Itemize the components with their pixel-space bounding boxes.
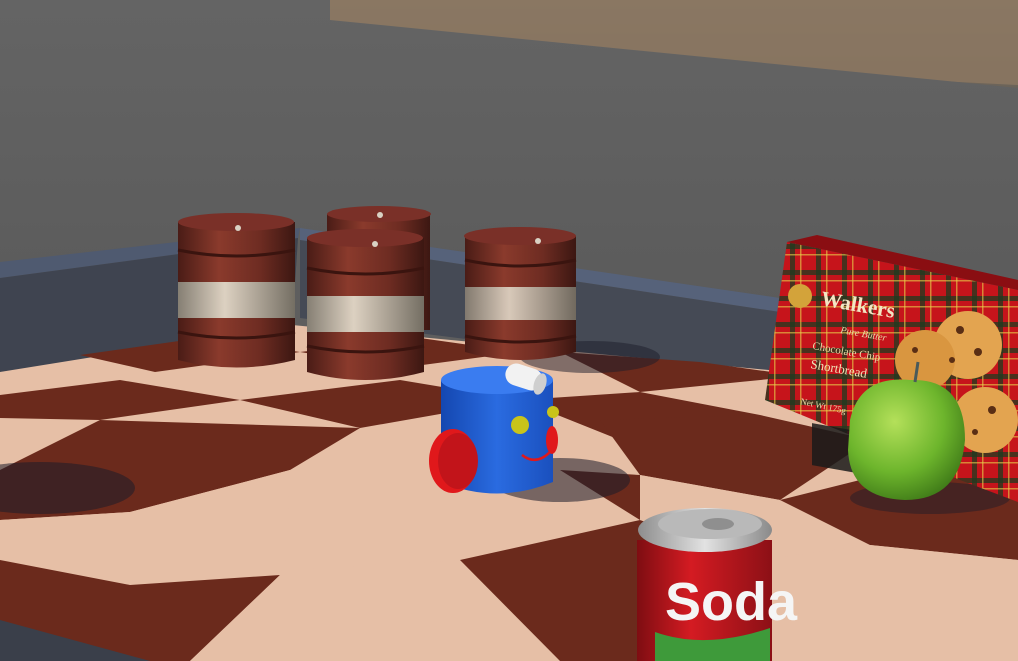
box-crest-icon [788, 284, 812, 308]
oil-barrel-3[interactable] [306, 229, 425, 380]
oil-barrel-4[interactable] [464, 227, 577, 360]
can-label: Soda [665, 572, 798, 632]
robot-eye-right [547, 406, 559, 418]
robot-wheel-right [546, 426, 558, 454]
can-tab [702, 518, 734, 530]
oil-barrel-1[interactable] [177, 213, 296, 368]
robot[interactable] [429, 361, 559, 494]
robot-eye-left [511, 416, 529, 434]
simulation-viewport[interactable]: Walkers Pure Butter Chocolate Chip Short… [0, 0, 1018, 661]
